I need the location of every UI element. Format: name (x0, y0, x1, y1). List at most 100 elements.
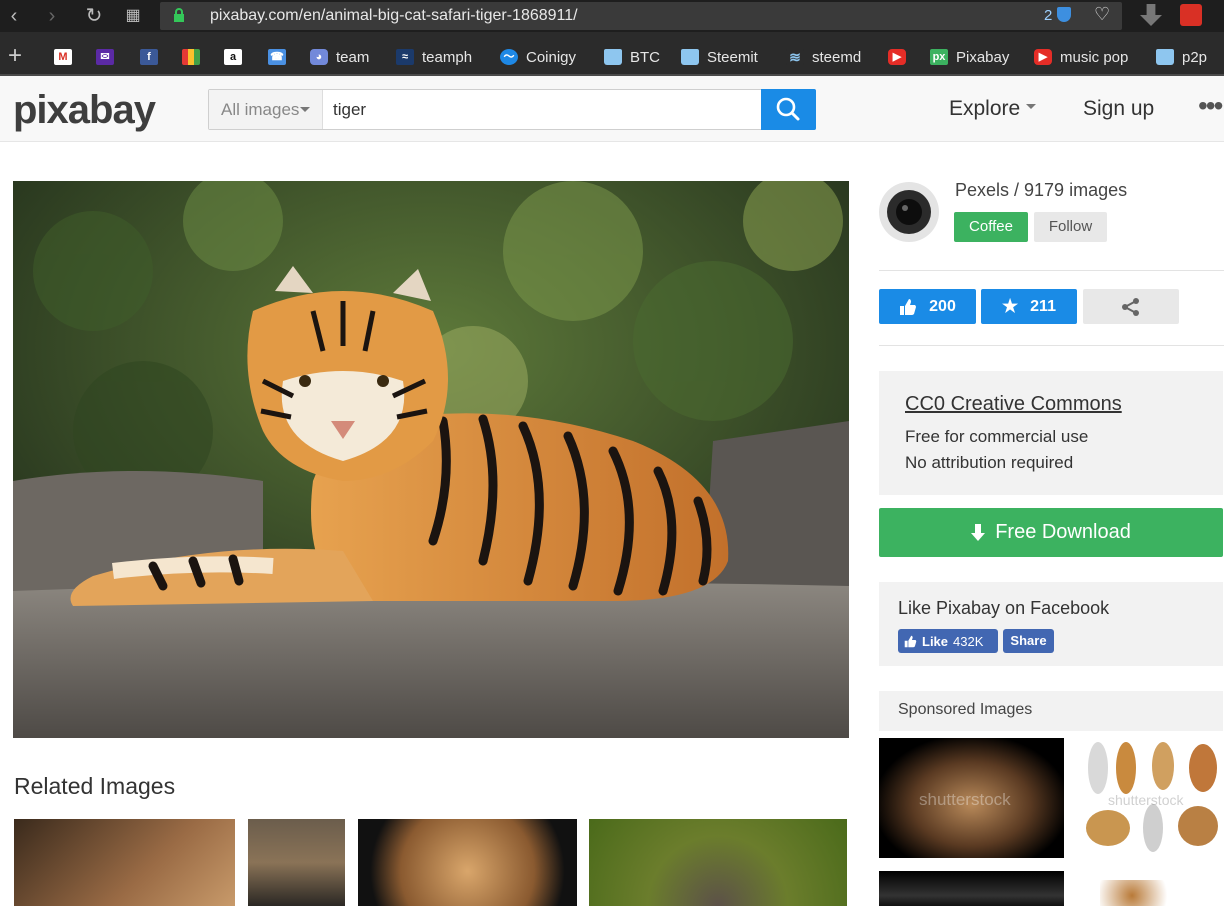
like-count: 200 (929, 297, 956, 315)
tiger-photo (13, 181, 849, 738)
youtube-icon: ▶ (1034, 49, 1052, 65)
follow-button[interactable]: Follow (1034, 212, 1107, 242)
thumbs-up-icon (900, 298, 917, 315)
related-images-title: Related Images (14, 773, 176, 799)
search-bar: All images (208, 89, 816, 130)
bookmark-pixabay[interactable]: px Pixabay (930, 46, 1009, 68)
bookmark-shopping[interactable] (182, 46, 200, 68)
steem-icon: ≋ (786, 49, 804, 65)
discord-icon: ◕ (310, 49, 328, 65)
watermark-text: shutterstock (1108, 792, 1184, 808)
tracker-count: 2 (1044, 7, 1053, 24)
download-arrow-icon[interactable] (1140, 4, 1162, 26)
shield-icon (1056, 7, 1071, 22)
sponsored-image-big-cats[interactable]: shutterstock (1078, 738, 1224, 858)
license-link[interactable]: CC0 Creative Commons (905, 393, 1122, 416)
more-menu-icon[interactable]: ••• (1198, 90, 1223, 122)
extension-icon[interactable] (1180, 4, 1202, 26)
browser-chrome: ‹ › ↻ ▦ pixabay.com/en/animal-big-cat-sa… (0, 0, 1224, 76)
back-icon[interactable]: ‹ (2, 4, 26, 28)
favorite-count: 211 (1030, 297, 1056, 315)
facebook-share-button[interactable]: Share (1003, 629, 1054, 653)
license-line: Free for commercial use (905, 427, 1089, 446)
download-arrow-icon (971, 523, 986, 541)
download-label: Free Download (995, 521, 1131, 543)
user-name-image-count[interactable]: Pexels / 9179 images (955, 180, 1127, 201)
main-photo-tiger[interactable] (13, 181, 849, 738)
like-button[interactable]: 200 (879, 289, 976, 324)
folder-icon (1156, 49, 1174, 65)
coffee-button[interactable]: Coffee (954, 212, 1028, 242)
url-text[interactable]: pixabay.com/en/animal-big-cat-safari-tig… (210, 7, 578, 25)
bookmark-p2p[interactable]: p2p (1156, 46, 1207, 68)
bookmark-yahoo-mail[interactable]: ✉ (96, 46, 114, 68)
camera-lens-icon (887, 190, 931, 234)
bookmarks-bar: + M ✉ f a ☎ ◕ team ≈ teamph 〜 Coinigy BTC S… (0, 38, 1224, 76)
facebook-like-label: Like (922, 633, 949, 649)
divider (879, 270, 1224, 271)
sponsored-image-cat[interactable] (1100, 880, 1180, 906)
bookmark-amazon[interactable]: a (224, 46, 242, 68)
share-button[interactable] (1083, 289, 1179, 324)
bookmark-phone[interactable]: ☎ (268, 46, 286, 68)
reload-icon[interactable]: ↻ (82, 4, 106, 28)
related-image-thumb[interactable] (14, 819, 235, 906)
explore-menu[interactable]: Explore (949, 97, 1037, 121)
pixabay-logo[interactable]: pixabay (13, 88, 156, 133)
search-button[interactable] (761, 89, 816, 130)
bookmark-teamph[interactable]: ≈ teamph (396, 46, 472, 68)
facebook-like-button[interactable]: Like 432K (898, 629, 998, 653)
explore-label: Explore (949, 97, 1021, 120)
favorite-button[interactable]: ★ 211 (981, 289, 1077, 324)
bookmark-coinigy[interactable]: 〜 Coinigy (500, 46, 576, 68)
share-icon (1122, 297, 1139, 316)
url-box[interactable]: pixabay.com/en/animal-big-cat-safari-tig… (160, 2, 1122, 30)
divider (879, 345, 1224, 346)
speed-dial-icon[interactable]: ▦ (121, 4, 145, 28)
coinigy-icon: 〜 (500, 49, 518, 65)
bookmark-label: Coinigy (526, 48, 577, 66)
sponsored-image-cougar[interactable]: shutterstock (879, 738, 1064, 858)
bookmark-steemit[interactable]: Steemit (681, 46, 758, 68)
bookmark-label: p2p (1182, 48, 1208, 66)
bookmark-label: BTC (630, 48, 660, 66)
bookmark-btc[interactable]: BTC (604, 46, 660, 68)
bookmark-music-pop[interactable]: ▶ music pop (1034, 46, 1128, 68)
signup-link[interactable]: Sign up (1083, 97, 1154, 121)
amazon-icon: a (224, 49, 242, 65)
sponsored-images-title: Sponsored Images (898, 701, 1033, 718)
steemph-icon: ≈ (396, 49, 414, 65)
add-tab-icon[interactable]: + (4, 42, 26, 70)
watermark-text: shutterstock (919, 790, 1011, 809)
related-image-thumb[interactable] (248, 819, 345, 906)
bookmark-facebook[interactable]: f (140, 46, 158, 68)
bookmark-steemd[interactable]: ≋ steemd (786, 46, 861, 68)
site-header: pixabay All images Explore Sign up ••• (0, 76, 1224, 142)
phone-icon: ☎ (268, 49, 286, 65)
tracker-badge[interactable]: 2 (1044, 7, 1071, 24)
youtube-icon: ▶ (888, 49, 906, 65)
address-bar-row: ‹ › ↻ ▦ pixabay.com/en/animal-big-cat-sa… (0, 0, 1224, 32)
yahoo-mail-icon: ✉ (96, 49, 114, 65)
gmail-icon: M (54, 49, 72, 65)
bookmark-gmail[interactable]: M (54, 46, 72, 68)
facebook-like-count: 432K (953, 633, 984, 649)
search-input[interactable] (333, 96, 753, 123)
related-image-thumb[interactable] (358, 819, 577, 906)
free-download-button[interactable]: Free Download (879, 508, 1223, 557)
folder-icon (604, 49, 622, 65)
avatar[interactable] (879, 182, 939, 242)
sponsored-image-dark[interactable] (879, 871, 1064, 906)
chevron-down-icon (1026, 104, 1037, 114)
facebook-box: Like Pixabay on Facebook Like 432K Share (879, 582, 1223, 666)
heart-icon[interactable]: ♡ (1094, 4, 1110, 25)
bookmark-team[interactable]: ◕ team (310, 46, 369, 68)
bookmark-youtube[interactable]: ▶ (888, 46, 906, 68)
search-type-select[interactable]: All images (209, 90, 323, 129)
forward-icon[interactable]: › (40, 4, 64, 28)
related-image-thumb[interactable] (589, 819, 847, 906)
facebook-icon: f (140, 49, 158, 65)
pixabay-icon: px (930, 49, 948, 65)
shopping-icon (182, 49, 200, 65)
star-icon: ★ (1002, 296, 1019, 316)
